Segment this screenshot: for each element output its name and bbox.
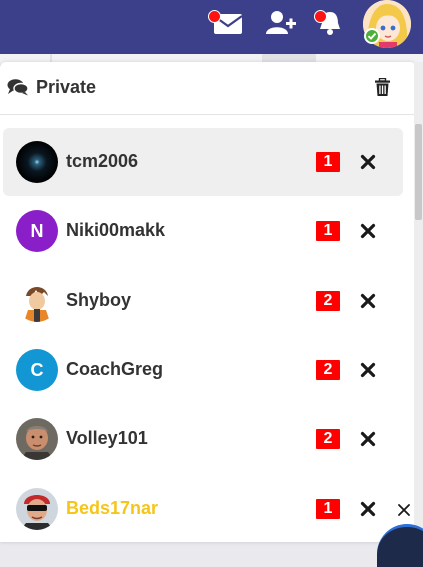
close-conversation-button[interactable] <box>360 362 376 378</box>
avatar: N <box>16 210 58 252</box>
close-icon[interactable] <box>397 503 411 517</box>
conversation-row[interactable]: Beds17nar 1 <box>3 475 403 543</box>
avatar: C <box>16 349 58 391</box>
messages-notification-dot <box>208 10 221 23</box>
notifications-dot <box>314 10 327 23</box>
conversation-name: Niki00makk <box>66 220 166 240</box>
close-icon <box>360 431 376 447</box>
conversation-row[interactable]: Volley101 2 <box>3 405 403 473</box>
conversation-name: Volley101 <box>66 428 148 448</box>
private-messages-panel: Private tcm2006 1 N Niki00makk 1 Shyboy … <box>0 62 416 542</box>
unread-count-badge: 2 <box>316 360 340 380</box>
conversation-row[interactable]: tcm2006 1 <box>3 128 403 196</box>
unread-count-badge: 2 <box>316 291 340 311</box>
close-icon <box>360 501 376 517</box>
unread-count-badge: 2 <box>316 429 340 449</box>
trash-icon[interactable] <box>374 78 391 97</box>
close-icon <box>360 223 376 239</box>
friend-requests-button[interactable] <box>264 8 300 36</box>
close-conversation-button[interactable] <box>360 154 376 170</box>
conversation-name: Shyboy <box>66 290 132 310</box>
close-icon <box>360 293 376 309</box>
add-friend-icon <box>266 11 296 34</box>
notifications-button[interactable] <box>312 8 348 36</box>
unread-count-badge: 1 <box>316 221 340 241</box>
chat-bubbles-icon <box>7 79 29 96</box>
conversation-row[interactable]: Shyboy 2 <box>3 267 403 335</box>
avatar <box>16 280 58 322</box>
panel-header: Private <box>0 62 416 115</box>
online-status-icon <box>364 28 380 44</box>
close-conversation-button[interactable] <box>360 501 376 517</box>
close-icon <box>360 362 376 378</box>
conversation-row[interactable]: N Niki00makk 1 <box>3 197 403 265</box>
conversation-name: Beds17nar <box>66 498 159 518</box>
close-conversation-button[interactable] <box>360 293 376 309</box>
panel-title: Private <box>36 77 97 97</box>
messages-button[interactable] <box>208 8 244 36</box>
top-navigation-bar <box>0 0 423 54</box>
avatar <box>16 488 58 530</box>
close-icon <box>360 154 376 170</box>
close-conversation-button[interactable] <box>360 431 376 447</box>
conversation-row[interactable]: C CoachGreg 2 <box>3 336 403 404</box>
panel-scrollbar[interactable] <box>414 62 423 537</box>
conversation-name: CoachGreg <box>66 359 164 379</box>
avatar <box>16 418 58 460</box>
conversation-name: tcm2006 <box>66 151 139 171</box>
unread-count-badge: 1 <box>316 499 340 519</box>
close-conversation-button[interactable] <box>360 223 376 239</box>
avatar <box>16 141 58 183</box>
unread-count-badge: 1 <box>316 152 340 172</box>
scrollbar-thumb[interactable] <box>415 124 422 220</box>
